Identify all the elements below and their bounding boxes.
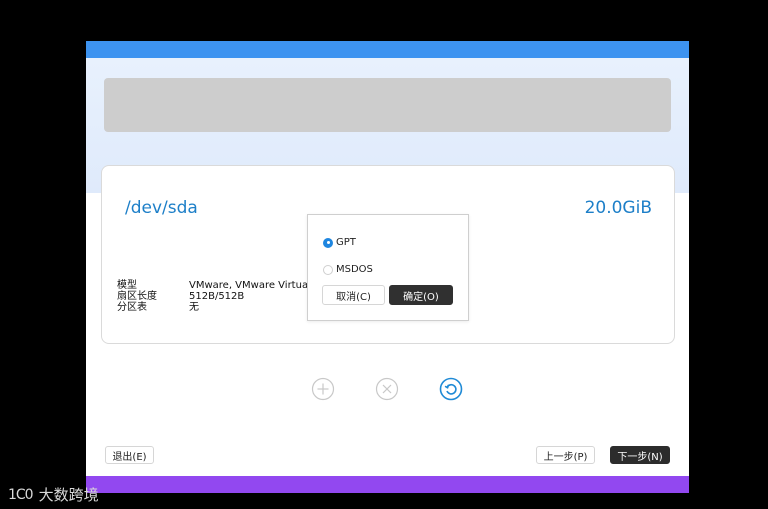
next-button[interactable]: 下一步(N) <box>610 446 670 464</box>
window-bottom-bar <box>86 476 689 493</box>
option-msdos[interactable]: MSDOS <box>323 264 373 275</box>
ok-button[interactable]: 确定(O) <box>389 285 453 305</box>
cancel-button[interactable]: 取消(C) <box>322 285 385 305</box>
remove-icon[interactable] <box>375 377 399 401</box>
radio-msdos[interactable] <box>323 264 333 275</box>
label-model: 模型 <box>117 280 137 291</box>
partition-table-dialog: GPT MSDOS 取消(C) 确定(O) <box>307 214 469 321</box>
option-gpt-label: GPT <box>336 237 356 248</box>
label-sector-size: 扇区长度 <box>117 291 157 302</box>
label-partition-table: 分区表 <box>117 302 147 313</box>
value-partition-table: 无 <box>189 302 199 313</box>
banner-placeholder <box>104 78 671 132</box>
option-gpt[interactable]: GPT <box>323 237 356 248</box>
window-top-bar <box>86 41 689 58</box>
add-icon[interactable] <box>311 377 335 401</box>
disk-size: 20.0GiB <box>584 198 652 218</box>
watermark-logo: 1C0 <box>8 486 34 503</box>
exit-button[interactable]: 退出(E) <box>105 446 154 464</box>
value-model: VMware, VMware Virtual <box>189 280 311 291</box>
revert-icon[interactable] <box>439 377 463 401</box>
disk-info-values: VMware, VMware Virtual 512B/512B 无 <box>189 280 311 313</box>
radio-gpt[interactable] <box>323 237 333 248</box>
installer-window: /dev/sda 20.0GiB 模型 扇区长度 分区表 VMware, VMw… <box>86 41 689 493</box>
disk-name: /dev/sda <box>125 198 198 218</box>
disk-info-labels: 模型 扇区长度 分区表 <box>117 280 157 313</box>
watermark-text: 大数跨境 <box>38 486 99 504</box>
watermark: 1C0 大数跨境 <box>8 484 99 505</box>
option-msdos-label: MSDOS <box>336 264 373 275</box>
previous-button[interactable]: 上一步(P) <box>536 446 595 464</box>
value-sector-size: 512B/512B <box>189 291 245 302</box>
